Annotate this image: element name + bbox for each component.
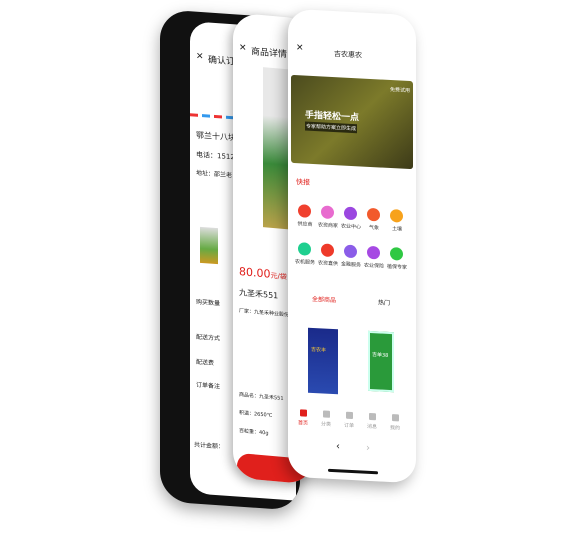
product-name: 九圣禾551: [239, 288, 279, 301]
tab-all-products[interactable]: 全部商品: [312, 294, 336, 304]
category-label[interactable]: 农业中心: [339, 222, 363, 230]
nav-icon[interactable]: [323, 410, 330, 418]
banner-subtitle: 专家帮助方案立即生成: [305, 121, 358, 134]
nav-item[interactable]: 分类: [314, 420, 338, 428]
category-icon[interactable]: [390, 208, 403, 223]
tab-hot[interactable]: 热门: [378, 297, 390, 307]
manufacturer: 厂家：九圣禾种业股份: [239, 308, 290, 319]
nav-icon[interactable]: [369, 412, 376, 421]
news-label: 快报: [296, 178, 310, 187]
close-icon[interactable]: ✕: [296, 43, 304, 53]
spec-weight: 百粒重：40g: [239, 428, 269, 437]
banner-action[interactable]: 免费试用: [390, 86, 410, 94]
page-title: 吉农惠农: [334, 50, 362, 60]
product-label: 吉单38: [372, 352, 389, 359]
home-indicator: [328, 468, 378, 475]
close-icon[interactable]: ✕: [239, 43, 247, 54]
nav-item[interactable]: 消息: [360, 422, 384, 431]
row-quantity: 购买数量: [196, 298, 221, 308]
nav-icon[interactable]: [392, 414, 399, 422]
nav-item[interactable]: 首页: [291, 419, 315, 427]
phone-home: ✕ 吉农惠农 免费试用 手指轻松一点 专家帮助方案立即生成 快报 供应商 农资商家…: [288, 8, 416, 484]
nav-icon[interactable]: [300, 409, 307, 417]
contact-address: 地址：邵兰老: [196, 169, 233, 180]
bottom-nav: 首页 分类 订单 消息 我的: [288, 9, 416, 432]
category-label[interactable]: 农业保险: [362, 262, 386, 270]
nav-item[interactable]: 我的: [383, 424, 407, 432]
category-label[interactable]: 气象: [362, 224, 386, 232]
banner[interactable]: 免费试用 手指轻松一点 专家帮助方案立即生成: [291, 74, 413, 170]
spec-temp: 积温：2650℃: [239, 410, 273, 419]
category-icon[interactable]: [344, 206, 357, 221]
category-icon[interactable]: [321, 205, 334, 220]
category-icon[interactable]: [321, 243, 334, 258]
nav-icon[interactable]: [346, 411, 353, 420]
page-title: 商品详情: [251, 47, 288, 61]
row-note[interactable]: 订单备注: [196, 380, 220, 391]
category-label[interactable]: 农机服务: [293, 258, 317, 266]
category-label[interactable]: 供应商: [293, 220, 317, 228]
close-icon[interactable]: ✕: [196, 52, 204, 63]
category-icon[interactable]: [390, 246, 403, 261]
product-card-1[interactable]: 吉农丰: [308, 327, 338, 395]
category-label[interactable]: 植保专家: [385, 263, 409, 271]
spec-name: 商品名：九圣禾551: [239, 392, 284, 402]
category-icon[interactable]: [344, 244, 357, 259]
category-label[interactable]: 农资商家: [316, 221, 340, 229]
category-label[interactable]: 金融服务: [339, 260, 363, 268]
row-delivery[interactable]: 配送方式: [196, 332, 220, 343]
category-icon[interactable]: [298, 242, 311, 256]
category-label[interactable]: 土壤: [385, 225, 409, 233]
row-fee: 配送费: [196, 358, 215, 367]
category-label[interactable]: 农资直供: [316, 259, 340, 267]
nav-item[interactable]: 订单: [337, 421, 361, 430]
back-button[interactable]: ‹: [336, 441, 340, 452]
price-value: 80.00: [239, 265, 271, 281]
total-label: 共计金额：: [194, 441, 225, 451]
category-icon[interactable]: [298, 204, 311, 218]
category-icon[interactable]: [367, 207, 380, 222]
price: 80.00元/袋: [239, 265, 287, 282]
price-unit: 元/袋: [270, 271, 287, 282]
category-grid: 供应商 农资商家 农业中心 气象 土壤农机服务 农资直供 金融服务 农业保险 植保专家: [288, 9, 416, 271]
product-label: 吉农丰: [311, 346, 327, 354]
product-card-2[interactable]: 吉单38: [368, 330, 394, 393]
forward-button[interactable]: ›: [366, 443, 370, 454]
product-thumbnail: [200, 226, 218, 265]
category-icon[interactable]: [367, 245, 380, 260]
